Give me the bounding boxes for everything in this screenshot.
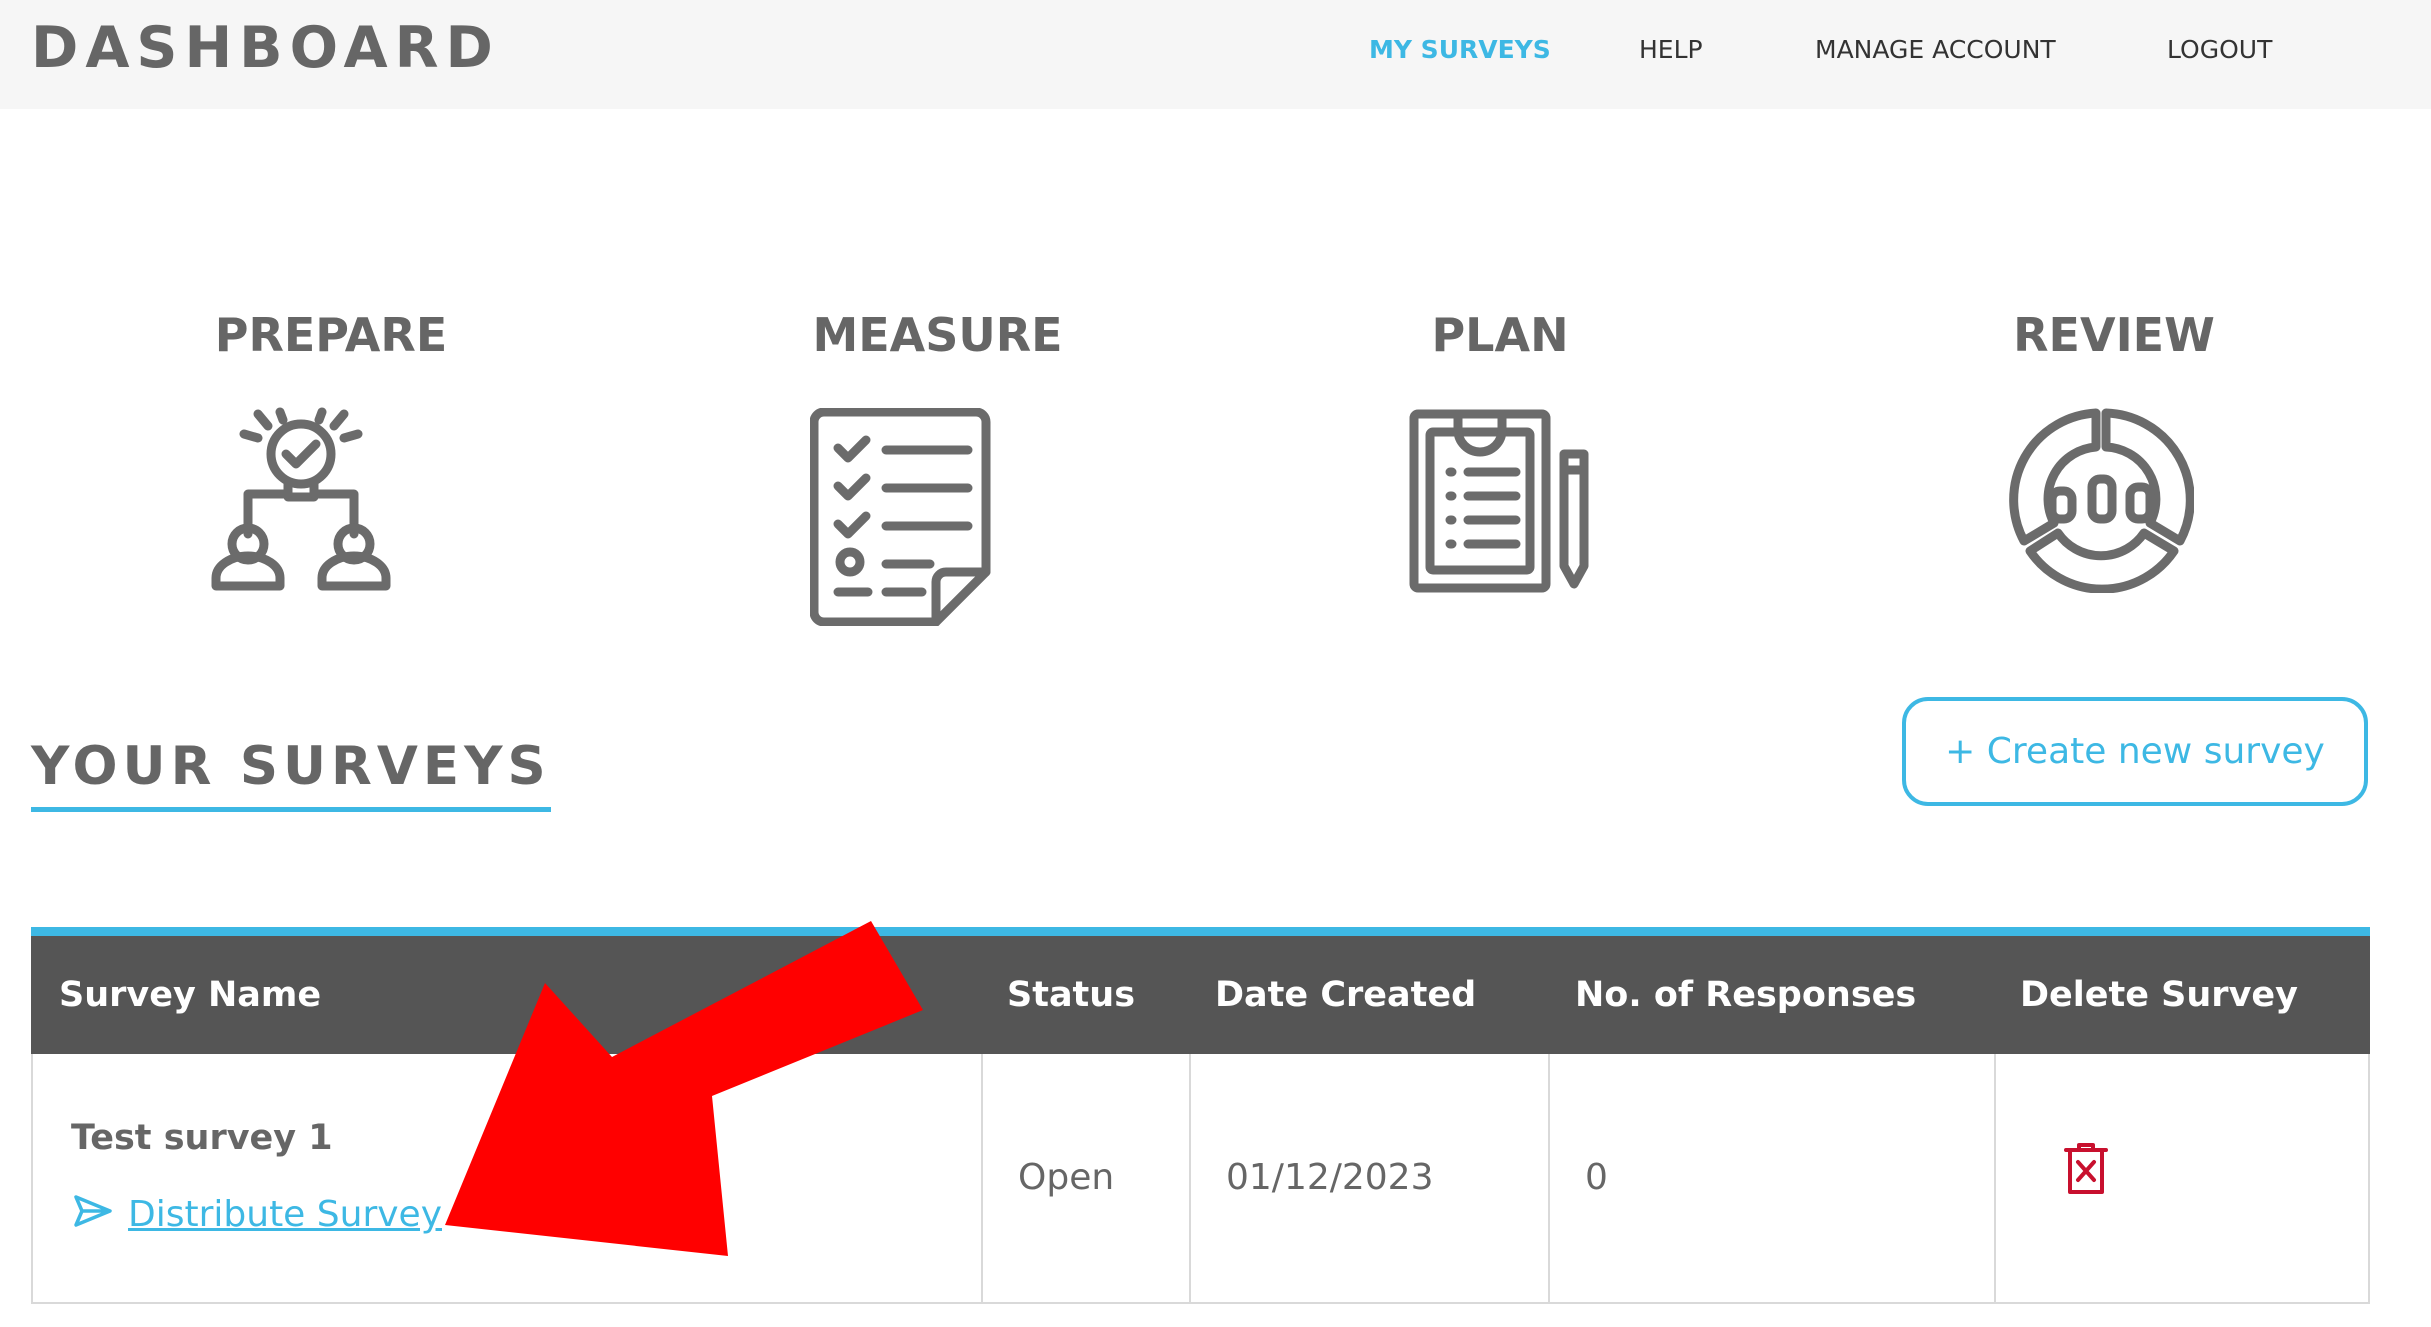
create-new-survey-button[interactable]: + Create new survey	[1902, 697, 2368, 806]
step-plan-title: PLAN	[1431, 308, 1569, 362]
column-divider	[1189, 1054, 1191, 1302]
col-status: Status	[1007, 975, 1136, 1015]
col-survey-name: Survey Name	[59, 975, 322, 1015]
donut-chart-icon	[2009, 408, 2194, 593]
dashboard-title: DASHBOARD	[31, 15, 500, 81]
top-bar: DASHBOARD MY SURVEYS HELP MANAGE ACCOUNT…	[0, 0, 2431, 109]
col-responses: No. of Responses	[1575, 975, 1917, 1015]
send-icon[interactable]	[73, 1194, 113, 1228]
distribute-survey-link[interactable]: Distribute Survey	[128, 1193, 442, 1237]
table-accent-line	[31, 927, 2370, 936]
column-divider	[981, 1054, 983, 1302]
step-plan: PLAN	[1425, 305, 1575, 365]
step-measure-title: MEASURE	[812, 308, 1063, 362]
clipboard-pencil-icon	[1409, 409, 1589, 593]
nav-my-surveys[interactable]: MY SURVEYS	[1369, 34, 1551, 66]
step-measure: MEASURE	[800, 305, 1075, 365]
col-delete-survey: Delete Survey	[2020, 975, 2298, 1015]
step-prepare-title: PREPARE	[214, 308, 448, 362]
table-row: Test survey 1 Distribute Survey Add Filt…	[31, 1054, 2370, 1304]
table-header: Survey Name Status Date Created No. of R…	[31, 936, 2370, 1054]
survey-name: Test survey 1	[71, 1118, 333, 1158]
plus-icon[interactable]	[505, 1204, 533, 1232]
survey-responses: 0	[1585, 1157, 1608, 1198]
nav-manage-account[interactable]: MANAGE ACCOUNT	[1815, 34, 2056, 66]
checklist-icon	[810, 408, 991, 626]
survey-date-created: 01/12/2023	[1226, 1157, 1434, 1198]
nav-logout[interactable]: LOGOUT	[2167, 34, 2272, 66]
step-prepare: PREPARE	[210, 305, 452, 365]
step-review: REVIEW	[2008, 305, 2220, 365]
your-surveys-heading: YOUR SURVEYS	[31, 735, 551, 812]
ideas-people-icon	[211, 407, 391, 591]
survey-status: Open	[1018, 1157, 1115, 1198]
column-divider	[1994, 1054, 1996, 1302]
step-review-title: REVIEW	[2013, 308, 2215, 362]
trash-icon[interactable]	[2064, 1142, 2108, 1196]
add-filter-link[interactable]: Add Filter	[541, 1193, 711, 1237]
nav-help[interactable]: HELP	[1639, 34, 1703, 66]
surveys-table: Survey Name Status Date Created No. of R…	[31, 927, 2370, 1304]
column-divider	[1548, 1054, 1550, 1302]
col-date-created: Date Created	[1215, 975, 1477, 1015]
